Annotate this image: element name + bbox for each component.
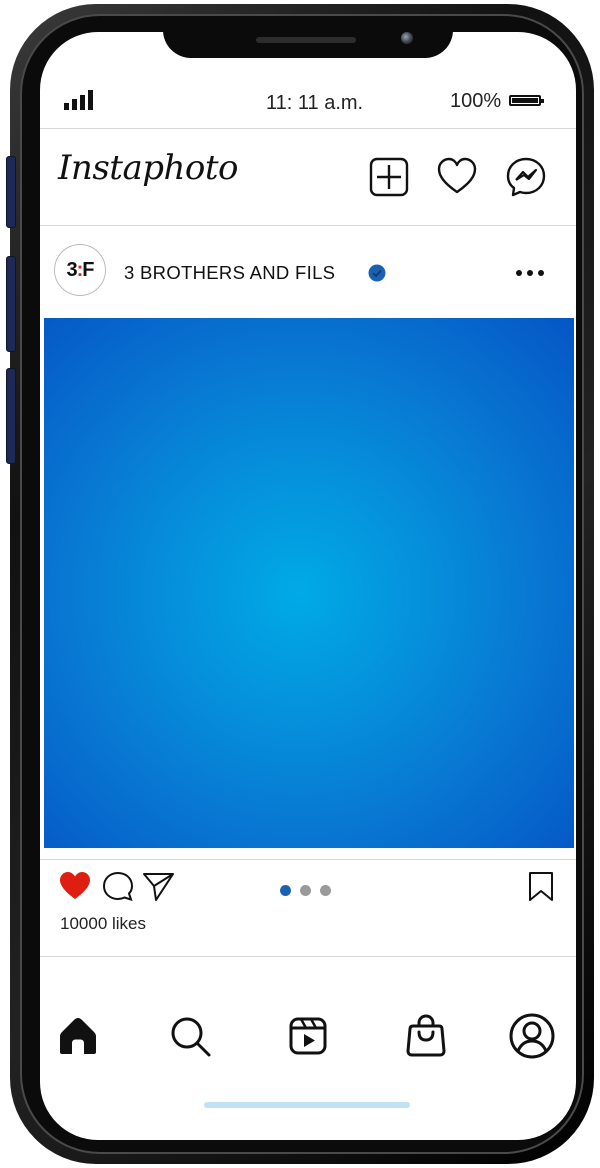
carousel-indicator (280, 885, 331, 896)
search-icon[interactable] (166, 1012, 214, 1060)
signal-icon (64, 90, 93, 110)
mute-switch (6, 156, 16, 228)
volume-down-button (6, 368, 16, 464)
phone-mockup: 11: 11 a.m. 100% Instaphoto 3 : F 3 BROT… (0, 0, 600, 1168)
profile-icon[interactable] (508, 1012, 556, 1060)
avatar[interactable]: 3 : F (54, 244, 106, 296)
header-divider (40, 225, 576, 226)
carousel-dot (320, 885, 331, 896)
likes-count[interactable]: 10000 likes (60, 914, 146, 934)
reels-icon[interactable] (284, 1012, 332, 1060)
avatar-text: 3 (66, 258, 77, 281)
home-icon[interactable] (54, 1012, 102, 1060)
like-filled-icon[interactable] (58, 870, 92, 902)
avatar-text-end: F (82, 258, 94, 281)
share-icon[interactable] (141, 870, 175, 902)
status-time: 11: 11 a.m. (266, 92, 364, 114)
screen: 11: 11 a.m. 100% Instaphoto 3 : F 3 BROT… (40, 32, 576, 1140)
more-options-icon[interactable] (516, 270, 544, 276)
battery-icon (509, 95, 544, 106)
new-post-icon[interactable] (368, 156, 410, 198)
notch (163, 20, 453, 58)
bookmark-icon[interactable] (524, 870, 558, 902)
speaker-grille (256, 37, 356, 43)
messenger-icon[interactable] (505, 156, 547, 198)
post-username[interactable]: 3 BROTHERS AND FILS (124, 262, 335, 284)
app-title: Instaphoto (58, 148, 238, 188)
shop-icon[interactable] (402, 1012, 450, 1060)
status-divider (40, 128, 576, 129)
post-divider (40, 859, 576, 860)
battery-percentage: 100% (450, 90, 502, 112)
heart-icon[interactable] (436, 156, 478, 198)
post-image[interactable] (44, 318, 574, 848)
front-camera (401, 32, 413, 44)
verified-badge-icon (368, 264, 386, 282)
home-indicator[interactable] (204, 1102, 410, 1108)
carousel-dot (280, 885, 291, 896)
feed-divider (40, 956, 576, 957)
carousel-dot (300, 885, 311, 896)
comment-icon[interactable] (101, 870, 135, 902)
volume-up-button (6, 256, 16, 352)
